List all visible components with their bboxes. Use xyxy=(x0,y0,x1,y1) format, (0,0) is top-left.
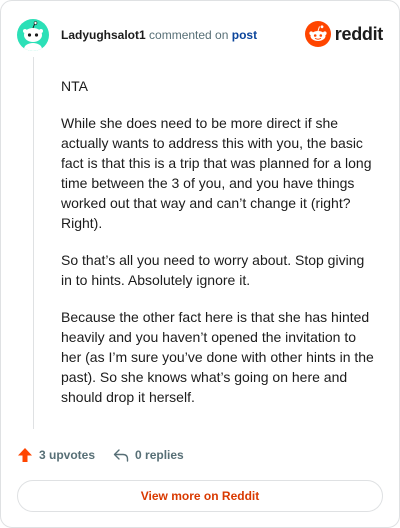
reddit-snoo-avatar-icon xyxy=(23,21,43,51)
comment-paragraph: So that’s all you need to worry about. S… xyxy=(61,252,365,288)
upvote-button[interactable]: 3 upvotes xyxy=(17,447,95,463)
upvote-count: 3 upvotes xyxy=(39,448,96,462)
comment-paragraph: Because the other fact here is that she … xyxy=(61,309,374,405)
reply-icon xyxy=(113,449,129,462)
comment-actions: 3 upvotes 0 replies xyxy=(17,445,184,465)
reddit-logo[interactable]: reddit xyxy=(304,21,384,47)
comment-header: Ladyughsalot1 commented on post reddit xyxy=(17,17,383,53)
replies-button[interactable]: 0 replies xyxy=(113,447,184,463)
thread-line xyxy=(33,57,34,429)
username[interactable]: Ladyughsalot1 xyxy=(61,28,146,42)
commented-on-text: commented on xyxy=(149,28,229,42)
comment-paragraph: NTA xyxy=(61,78,88,94)
reddit-wordmark: reddit xyxy=(334,23,384,44)
comment-meta: Ladyughsalot1 commented on post xyxy=(61,27,257,43)
comment-embed-card: Ladyughsalot1 commented on post reddit N… xyxy=(0,0,400,528)
comment-body: NTA While she does need to be more direc… xyxy=(61,76,379,424)
reply-count: 0 replies xyxy=(135,448,184,462)
upvote-arrow-icon xyxy=(18,448,32,462)
reddit-logo-icon xyxy=(304,21,331,47)
post-link[interactable]: post xyxy=(232,28,257,42)
user-avatar[interactable] xyxy=(17,19,49,51)
view-more-on-reddit-button[interactable]: View more on Reddit xyxy=(17,480,383,512)
comment-paragraph: While she does need to be more direct if… xyxy=(61,115,372,231)
